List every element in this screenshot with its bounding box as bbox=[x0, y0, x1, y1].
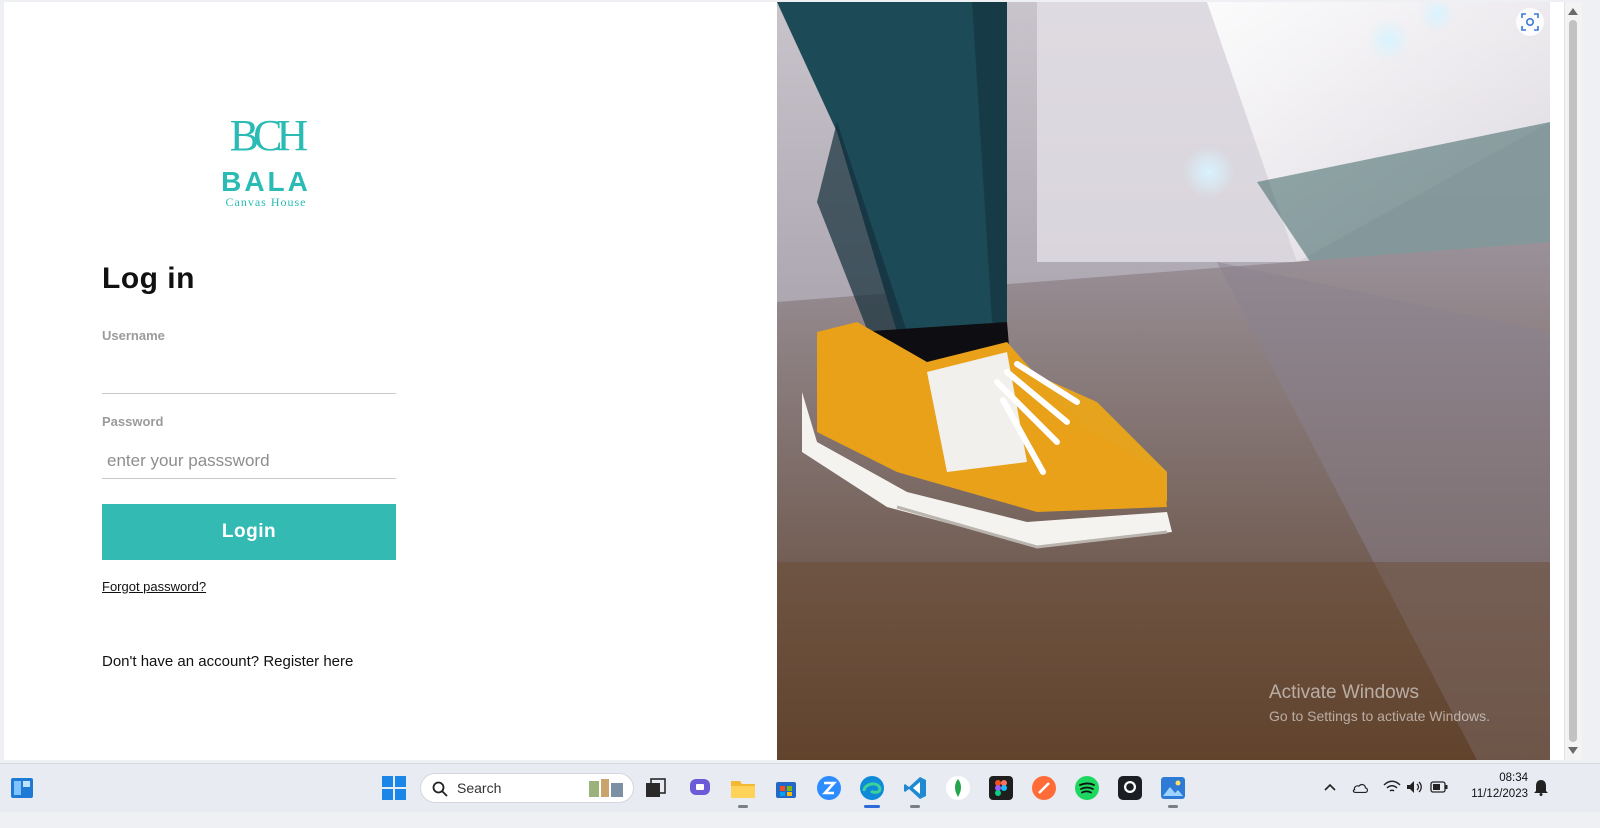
store-icon[interactable] bbox=[772, 774, 800, 802]
start-icon[interactable] bbox=[380, 774, 408, 802]
notification-bell-icon[interactable] bbox=[1532, 778, 1550, 796]
teams-chat-icon[interactable] bbox=[686, 774, 714, 802]
username-input[interactable] bbox=[102, 358, 396, 394]
brand-name: BALA bbox=[221, 166, 311, 197]
taskbar-search[interactable]: Search bbox=[420, 773, 634, 803]
app-running-indicator bbox=[910, 805, 920, 808]
photos-icon[interactable] bbox=[1159, 774, 1187, 808]
battery-icon[interactable] bbox=[1430, 778, 1448, 796]
forgot-password-link[interactable]: Forgot password? bbox=[102, 579, 206, 594]
visual-search-icon bbox=[1521, 13, 1539, 31]
watermark-line-2: Go to Settings to activate Windows. bbox=[1269, 708, 1490, 724]
scroll-down-icon[interactable] bbox=[1568, 747, 1578, 754]
task-view-icon[interactable] bbox=[642, 774, 670, 802]
login-button[interactable]: Login bbox=[102, 504, 396, 560]
scroll-up-icon[interactable] bbox=[1568, 8, 1578, 15]
vscode-icon[interactable] bbox=[901, 774, 929, 808]
password-input[interactable] bbox=[102, 443, 396, 479]
visual-search-button[interactable] bbox=[1516, 8, 1544, 36]
app-running-indicator bbox=[1168, 805, 1178, 808]
zoom-icon[interactable] bbox=[815, 774, 843, 802]
mongodb-icon[interactable] bbox=[944, 774, 972, 802]
register-text: Don't have an account? bbox=[102, 653, 264, 670]
clock-date: 11/12/2023 bbox=[1471, 788, 1528, 800]
edge-icon[interactable] bbox=[858, 774, 886, 808]
spotify-icon[interactable] bbox=[1073, 774, 1101, 802]
brand-monogram: BCH bbox=[230, 111, 308, 160]
windows-activation-watermark: Activate Windows Go to Settings to activ… bbox=[1269, 682, 1490, 724]
register-link[interactable]: Register here bbox=[263, 653, 353, 670]
search-highlight-icon bbox=[589, 779, 623, 797]
app-active-indicator bbox=[864, 805, 880, 808]
postman-icon[interactable] bbox=[1030, 774, 1058, 802]
widgets-icon[interactable] bbox=[8, 774, 36, 802]
github-icon[interactable] bbox=[1116, 774, 1144, 802]
file-explorer-icon[interactable] bbox=[729, 774, 757, 808]
taskbar: Search 08:34 11/12/2023 bbox=[0, 763, 1600, 812]
password-label: Password bbox=[102, 414, 164, 429]
app-running-indicator bbox=[738, 805, 748, 808]
sneakers-photo bbox=[777, 2, 1550, 760]
clock-time: 08:34 bbox=[1499, 772, 1528, 784]
brand-logo: BCH BALA Canvas House bbox=[221, 111, 313, 209]
clock[interactable]: 08:34 11/12/2023 bbox=[1471, 770, 1528, 802]
onedrive-icon[interactable] bbox=[1351, 778, 1369, 796]
figma-icon[interactable] bbox=[987, 774, 1015, 802]
volume-icon[interactable] bbox=[1406, 778, 1424, 796]
browser-viewport: BCH BALA Canvas House Log in Username Pa… bbox=[4, 2, 1582, 760]
wifi-icon[interactable] bbox=[1383, 778, 1401, 796]
username-label: Username bbox=[102, 328, 165, 343]
hero-image: Activate Windows Go to Settings to activ… bbox=[777, 2, 1550, 760]
login-panel: BCH BALA Canvas House Log in Username Pa… bbox=[4, 2, 777, 760]
page-title: Log in bbox=[102, 262, 195, 295]
page-scrollbar[interactable] bbox=[1564, 2, 1582, 760]
search-icon bbox=[432, 781, 448, 797]
scroll-thumb[interactable] bbox=[1569, 20, 1577, 742]
brand-tagline: Canvas House bbox=[226, 195, 307, 209]
chevron-up-icon[interactable] bbox=[1321, 778, 1339, 796]
watermark-line-1: Activate Windows bbox=[1269, 682, 1419, 703]
search-label: Search bbox=[457, 780, 502, 796]
register-prompt: Don't have an account? Register here bbox=[102, 653, 353, 670]
